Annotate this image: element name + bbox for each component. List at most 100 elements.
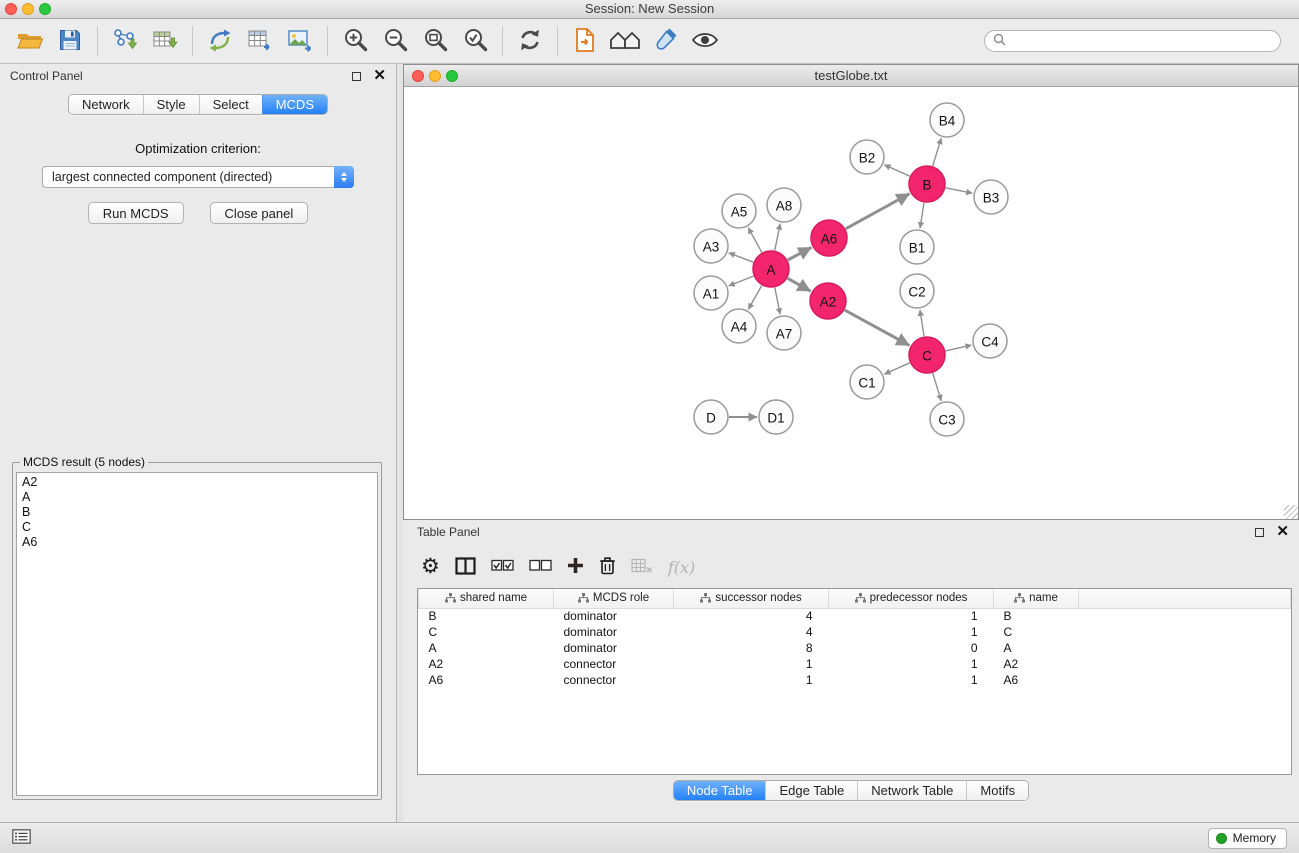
deselect-all-columns-button[interactable] xyxy=(529,554,552,580)
table-cell[interactable]: 1 xyxy=(674,656,829,672)
table-row[interactable]: Bdominator41B xyxy=(419,608,1291,624)
column-header-shared-name[interactable]: shared name xyxy=(419,589,554,608)
network-edge-A-A6[interactable] xyxy=(788,247,812,260)
mcds-result-item[interactable]: B xyxy=(17,504,377,519)
network-node-A5[interactable]: A5 xyxy=(722,194,756,228)
network-minimize-button[interactable] xyxy=(429,70,441,82)
network-node-B3[interactable]: B3 xyxy=(974,180,1008,214)
mcds-result-list[interactable]: A2ABCA6 xyxy=(16,472,378,796)
network-node-A1[interactable]: A1 xyxy=(694,276,728,310)
tab-node-table[interactable]: Node Table xyxy=(674,781,766,800)
network-edge-C-C1[interactable] xyxy=(884,363,909,374)
tab-network-table[interactable]: Network Table xyxy=(857,781,966,800)
network-node-D[interactable]: D xyxy=(694,400,728,434)
network-edge-A-A5[interactable] xyxy=(748,228,762,253)
zoom-window-button[interactable] xyxy=(39,3,51,15)
zoom-out-button[interactable] xyxy=(375,22,415,60)
memory-button[interactable]: Memory xyxy=(1208,828,1287,849)
function-builder-button[interactable]: f(x) xyxy=(668,554,695,580)
panel-menu-button[interactable] xyxy=(12,825,31,851)
network-edge-C-C2[interactable] xyxy=(920,310,924,336)
mcds-result-item[interactable]: C xyxy=(17,519,377,534)
network-node-C3[interactable]: C3 xyxy=(930,402,964,436)
table-row[interactable]: Cdominator41C xyxy=(419,624,1291,640)
table-cell[interactable]: 8 xyxy=(674,640,829,656)
network-edge-B-B2[interactable] xyxy=(884,165,909,176)
table-cell[interactable]: dominator xyxy=(554,640,674,656)
show-hide-graphics-button[interactable] xyxy=(685,22,725,60)
table-cell[interactable]: 1 xyxy=(829,624,994,640)
tab-style[interactable]: Style xyxy=(143,95,199,114)
table-cell[interactable]: dominator xyxy=(554,624,674,640)
apply-style-button[interactable] xyxy=(645,22,685,60)
network-node-A2[interactable]: A2 xyxy=(810,283,846,319)
zoom-in-button[interactable] xyxy=(335,22,375,60)
export-table-button[interactable] xyxy=(240,22,280,60)
tab-motifs[interactable]: Motifs xyxy=(966,781,1028,800)
network-node-C1[interactable]: C1 xyxy=(850,365,884,399)
network-edge-A-A4[interactable] xyxy=(748,286,761,310)
mcds-result-item[interactable]: A6 xyxy=(17,534,377,549)
table-cell[interactable]: 4 xyxy=(674,608,829,624)
table-cell[interactable]: C xyxy=(419,624,554,640)
network-node-B2[interactable]: B2 xyxy=(850,140,884,174)
table-cell[interactable]: B xyxy=(994,608,1079,624)
table-cell[interactable]: 1 xyxy=(829,656,994,672)
table-row[interactable]: A2connector11A2 xyxy=(419,656,1291,672)
network-edge-A2-C[interactable] xyxy=(845,310,910,345)
table-cell[interactable]: C xyxy=(994,624,1079,640)
table-cell[interactable]: connector xyxy=(554,656,674,672)
network-node-A3[interactable]: A3 xyxy=(694,229,728,263)
table-cell[interactable]: A6 xyxy=(994,672,1079,688)
minimize-window-button[interactable] xyxy=(22,3,34,15)
close-window-button[interactable] xyxy=(5,3,17,15)
table-cell[interactable]: 4 xyxy=(674,624,829,640)
network-zoom-button[interactable] xyxy=(446,70,458,82)
float-panel-icon[interactable] xyxy=(352,72,361,81)
network-edge-B-B3[interactable] xyxy=(946,188,973,193)
network-node-C4[interactable]: C4 xyxy=(973,324,1007,358)
select-all-columns-button[interactable] xyxy=(491,554,514,580)
export-image-button[interactable] xyxy=(280,22,320,60)
tab-network[interactable]: Network xyxy=(69,95,143,114)
network-node-A7[interactable]: A7 xyxy=(767,316,801,350)
network-node-B4[interactable]: B4 xyxy=(930,103,964,137)
search-input[interactable] xyxy=(1011,34,1272,48)
home-button[interactable] xyxy=(605,22,645,60)
table-cell[interactable]: A6 xyxy=(419,672,554,688)
network-node-A8[interactable]: A8 xyxy=(767,188,801,222)
network-edge-B-B4[interactable] xyxy=(933,138,942,166)
network-edge-A-A2[interactable] xyxy=(788,278,811,291)
zoom-selected-button[interactable] xyxy=(455,22,495,60)
column-header-name[interactable]: name xyxy=(994,589,1079,608)
table-cell[interactable]: 0 xyxy=(829,640,994,656)
table-cell[interactable]: B xyxy=(419,608,554,624)
optimization-dropdown[interactable]: largest connected component (directed) xyxy=(42,166,354,188)
network-graph[interactable]: B4B2BB3A5A8A6A3B1AC2A1A2A4A7C4CC1C3DD1 xyxy=(404,87,1298,519)
network-node-A[interactable]: A xyxy=(753,251,789,287)
table-row[interactable]: A6connector11A6 xyxy=(419,672,1291,688)
export-network-button[interactable] xyxy=(200,22,240,60)
network-canvas[interactable]: B4B2BB3A5A8A6A3B1AC2A1A2A4A7C4CC1C3DD1 xyxy=(404,87,1298,519)
network-edge-B-B1[interactable] xyxy=(920,203,924,228)
network-node-A4[interactable]: A4 xyxy=(722,309,756,343)
network-node-C[interactable]: C xyxy=(909,337,945,373)
mcds-result-item[interactable]: A xyxy=(17,489,377,504)
network-edge-A6-B[interactable] xyxy=(846,194,910,229)
mcds-result-item[interactable]: A2 xyxy=(17,474,377,489)
clear-table-button[interactable] xyxy=(631,554,653,580)
network-node-A6[interactable]: A6 xyxy=(811,220,847,256)
open-document-button[interactable] xyxy=(565,22,605,60)
import-table-button[interactable] xyxy=(145,22,185,60)
refresh-view-button[interactable] xyxy=(510,22,550,60)
network-edge-C-C4[interactable] xyxy=(946,345,972,351)
table-cell[interactable]: 1 xyxy=(829,672,994,688)
import-network-button[interactable] xyxy=(105,22,145,60)
network-edge-A-A7[interactable] xyxy=(775,288,780,315)
network-node-D1[interactable]: D1 xyxy=(759,400,793,434)
open-session-button[interactable] xyxy=(10,22,50,60)
network-close-button[interactable] xyxy=(412,70,424,82)
network-node-C2[interactable]: C2 xyxy=(900,274,934,308)
table-cell[interactable]: dominator xyxy=(554,608,674,624)
table-row[interactable]: Adominator80A xyxy=(419,640,1291,656)
